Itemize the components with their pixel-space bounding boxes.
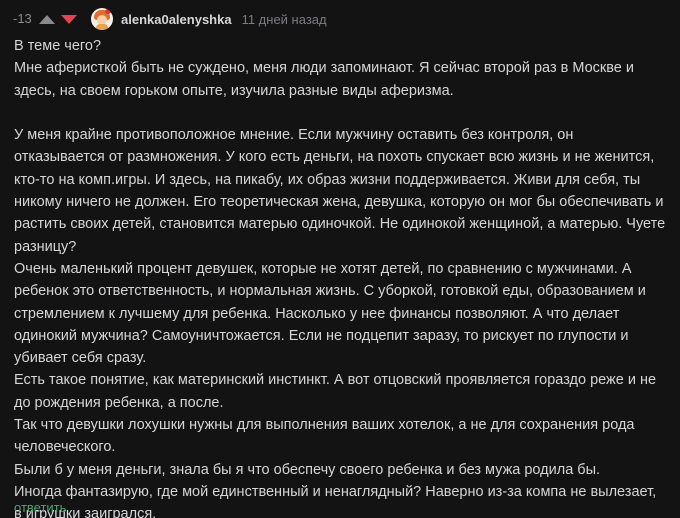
comment-paragraph: У меня крайне противоположное мнение. Ес… [14, 127, 666, 255]
downvote-icon[interactable] [61, 14, 77, 24]
comment-paragraph: Есть такое понятие, как материнский инст… [14, 372, 657, 411]
comment-paragraph: Иногда фантазирую, где мой единственный … [14, 483, 657, 518]
comment-header: -13 alenka0alenyshka 11 дней назад [0, 6, 680, 32]
comment-paragraph: Мне аферисткой быть не суждено, меня люд… [14, 60, 635, 99]
upvote-icon[interactable] [39, 14, 55, 24]
avatar[interactable] [91, 8, 113, 30]
avatar-bow [105, 9, 111, 14]
reply-link[interactable]: ответить [14, 500, 66, 515]
comment-paragraph: Так что девушки лохушки нужны для выполн… [14, 417, 635, 456]
comment-timestamp[interactable]: 11 дней назад [242, 12, 327, 27]
comment-rating: -13 [13, 11, 32, 26]
avatar-dress [96, 24, 108, 30]
comment-paragraph: Были б у меня деньги, знала бы я что обе… [14, 461, 601, 478]
username-link[interactable]: alenka0alenyshka [121, 12, 232, 27]
comment-paragraph: В теме чего? [14, 38, 102, 54]
comment-body: В теме чего? Мне аферисткой быть не сужд… [14, 35, 666, 518]
comment-paragraph: Очень маленький процент девушек, которые… [14, 260, 646, 367]
